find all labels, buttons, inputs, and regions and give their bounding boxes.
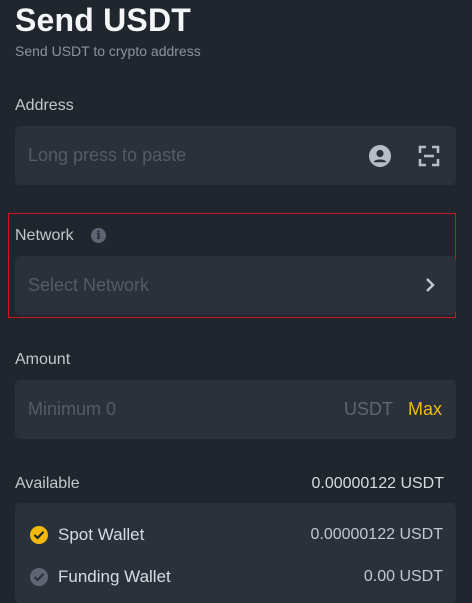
address-input[interactable] xyxy=(28,126,328,185)
wallet-option-funding[interactable]: Funding Wallet 0.00 USDT xyxy=(15,562,456,592)
wallet-list: Spot Wallet 0.00000122 USDT Funding Wall… xyxy=(15,503,456,603)
scan-qr-icon[interactable] xyxy=(416,143,442,169)
contact-book-icon[interactable] xyxy=(367,143,393,169)
wallet-amount: 0.00000122 USDT xyxy=(310,526,443,543)
amount-field[interactable]: USDT Max xyxy=(15,380,456,439)
page-title: Send USDT xyxy=(15,2,192,38)
available-value: 0.00000122 USDT xyxy=(311,475,444,492)
wallet-name: Spot Wallet xyxy=(58,525,145,544)
page-subtitle: Send USDT to crypto address xyxy=(15,43,201,59)
chevron-right-icon xyxy=(417,272,443,298)
wallet-amount: 0.00 USDT xyxy=(363,568,443,585)
network-placeholder: Select Network xyxy=(28,275,150,295)
wallet-option-spot[interactable]: Spot Wallet 0.00000122 USDT xyxy=(15,520,456,550)
network-select[interactable]: Select Network xyxy=(15,256,456,315)
amount-unit: USDT xyxy=(344,399,393,419)
checkmark-icon xyxy=(30,568,48,586)
max-button[interactable]: Max xyxy=(408,380,442,439)
checkmark-icon xyxy=(30,526,48,544)
address-label: Address xyxy=(15,97,74,114)
info-icon[interactable]: i xyxy=(91,228,106,243)
amount-label: Amount xyxy=(15,351,71,368)
network-label: Network xyxy=(15,227,74,244)
amount-input[interactable] xyxy=(28,380,278,439)
available-label: Available xyxy=(15,475,80,492)
wallet-name: Funding Wallet xyxy=(58,567,171,586)
address-field[interactable] xyxy=(15,126,456,185)
